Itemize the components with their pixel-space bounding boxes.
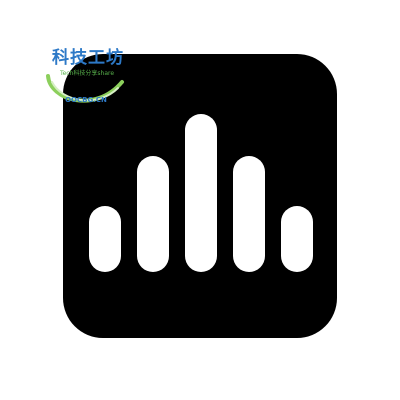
equalizer-bar-5 (281, 206, 313, 272)
watermark-subtitle: Tech科技分享share (59, 70, 115, 77)
equalizer-bar-3 (185, 114, 217, 272)
equalizer-bar-2 (137, 156, 169, 272)
equalizer-bar-1 (89, 206, 121, 272)
equalizer-bar-4 (233, 156, 265, 272)
watermark-title: 科技工坊 (52, 48, 124, 68)
canvas: 科技工坊 Tech科技分享share OOCBG.CN (0, 0, 400, 400)
watermark-badge: 科技工坊 Tech科技分享share OOCBG.CN (40, 42, 130, 112)
watermark-domain: OOCBG.CN (65, 96, 107, 104)
